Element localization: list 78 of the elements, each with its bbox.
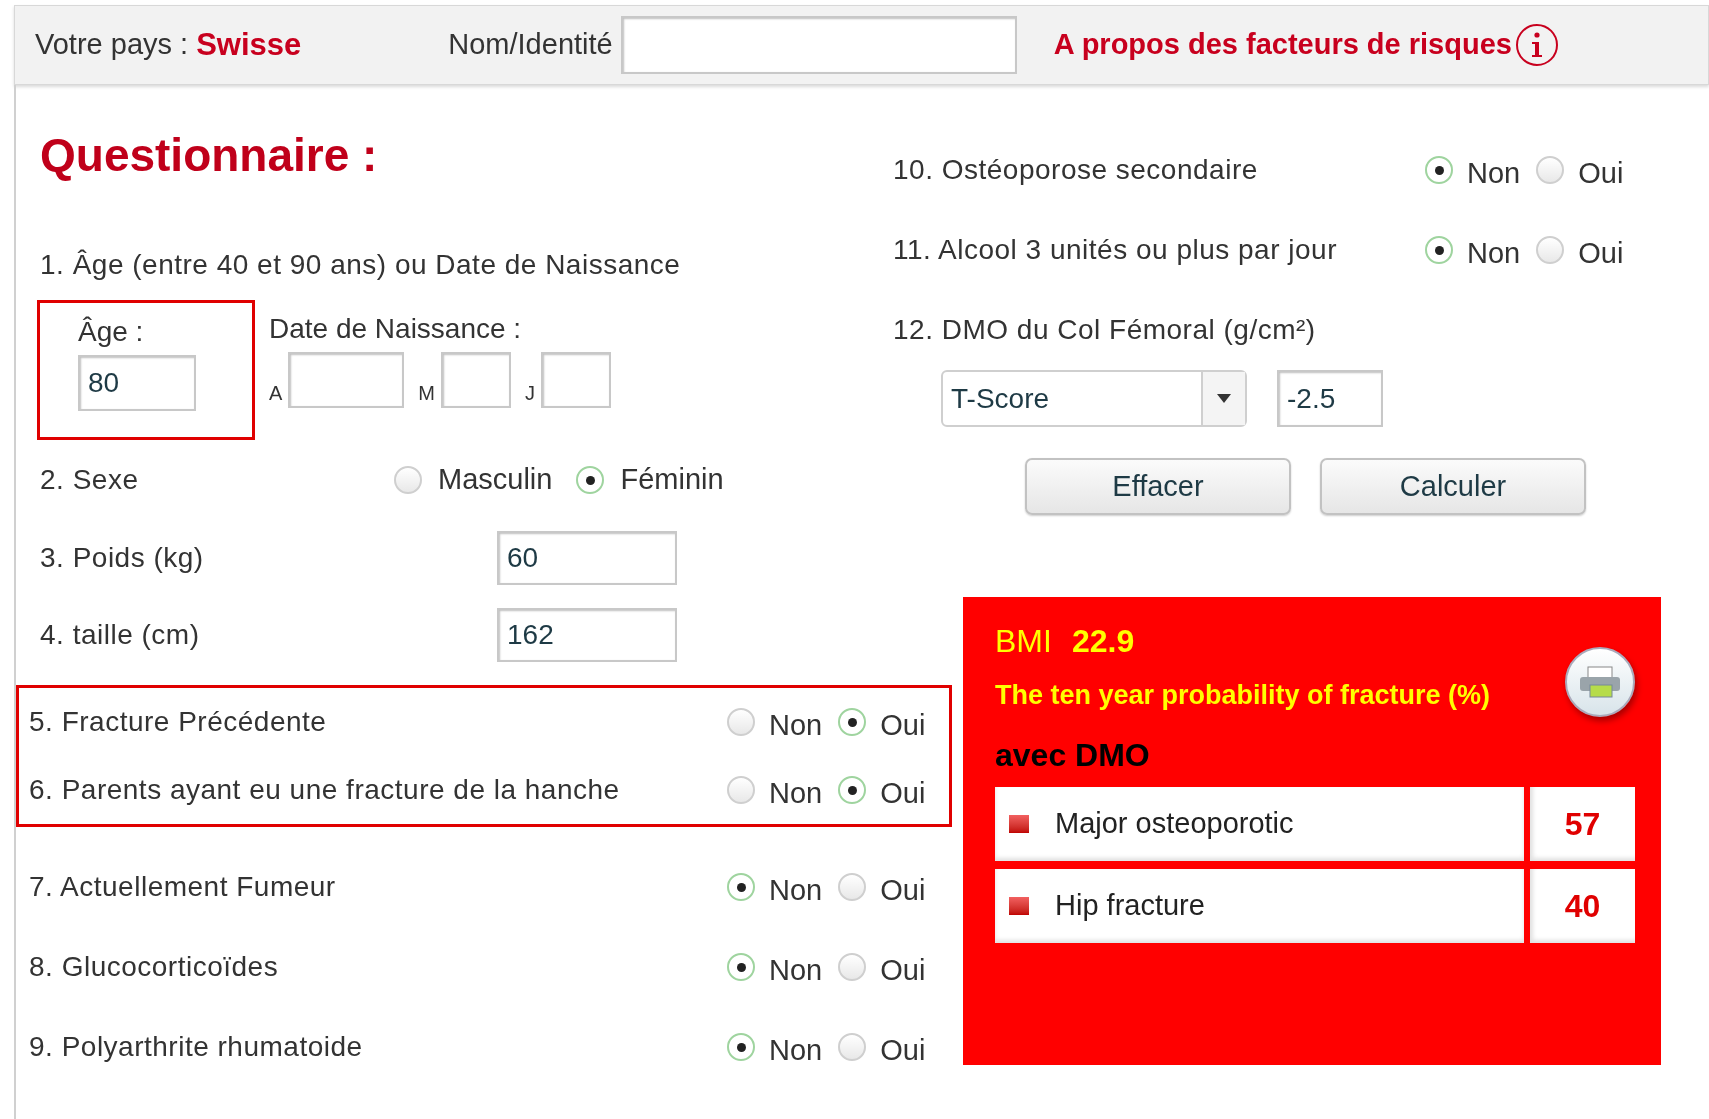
result-label: Major osteoporotic [1055,806,1294,842]
option-label: Masculin [438,462,553,498]
input-field[interactable] [620,16,1017,74]
bmi-label: BMI [995,622,1052,661]
question-label: 2. Sexe [40,463,140,497]
option-label: Féminin [620,462,724,498]
about-link[interactable]: A propos des facteurs de risques [1053,23,1512,67]
action-button[interactable]: Effacer [1025,458,1291,515]
question-label: 9. Polyarthrite rhumatoide [29,1030,364,1064]
option-label: Non [1467,156,1521,192]
question-label: 1. Âge (entre 40 et 90 ans) ou Date de Naissance [40,248,681,282]
field-label: Date de Naissance : [269,312,523,346]
option-label: Oui [1578,156,1624,192]
radio-button[interactable] [727,1033,755,1061]
printer-icon[interactable] [1565,647,1635,717]
input-field[interactable] [541,352,611,408]
input-field[interactable] [288,352,405,408]
field-label: M [418,381,435,406]
option-label: Non [1467,236,1521,272]
option-label: Non [769,708,823,744]
radio-button[interactable] [1536,156,1565,184]
question-label: 10. Ostéoporose secondaire [893,153,1259,187]
question-label: 5. Fracture Précédente [29,705,328,739]
question-label: 6. Parents ayant eu une fracture de la hanche [29,773,621,807]
country-label: Votre pays : [35,27,189,63]
radio-button[interactable] [838,776,867,804]
section-heading: avec DMO [995,736,1151,775]
bullet-icon [1009,897,1029,915]
result-value: 40 [1530,869,1635,943]
question-label: 4. taille (cm) [40,618,201,652]
radio-button[interactable] [576,466,605,494]
type-select[interactable]: T-Score [941,370,1247,427]
radio-button[interactable] [394,466,422,494]
input-field[interactable]: 60 [497,530,677,585]
option-label: Non [769,776,823,812]
result-label: Hip fracture [1055,888,1205,924]
radio-button[interactable] [838,953,867,981]
input-field[interactable]: 80 [78,355,196,411]
question-label: 7. Actuellement Fumeur [29,870,337,904]
form-title: Questionnaire : [40,127,378,183]
radio-button[interactable] [1536,236,1565,264]
radio-button[interactable] [727,873,755,901]
radio-button[interactable] [838,1033,867,1061]
option-label: Oui [880,708,926,744]
field-label: Âge : [78,315,145,349]
radio-button[interactable] [838,708,867,736]
input-field[interactable] [441,352,511,408]
bullet-icon [1009,815,1029,833]
option-label: Oui [880,1033,926,1069]
action-button[interactable]: Calculer [1320,458,1586,515]
question-label: 11. Alcool 3 unités ou plus par jour [893,233,1338,267]
radio-button[interactable] [727,953,755,981]
name-label: Nom/Identité [448,27,613,63]
option-label: Non [769,1033,823,1069]
input-field[interactable]: 162 [497,608,677,662]
radio-button[interactable] [1425,236,1453,264]
radio-button[interactable] [727,776,755,804]
radio-button[interactable] [727,708,755,736]
question-label: 3. Poids (kg) [40,540,205,575]
caret-icon [1217,394,1231,403]
option-label: Oui [880,873,926,909]
country-name: Swisse [196,25,302,64]
option-label: Oui [880,953,926,989]
option-label: Oui [880,776,926,812]
question-label: 8. Glucocorticoïdes [29,950,280,984]
probability-heading: The ten year probability of fracture (%) [995,679,1492,712]
input-field[interactable]: -2.5 [1277,370,1383,427]
bmi-value: 22.9 [1071,622,1135,661]
question-label: 12. DMO du Col Fémoral (g/cm²) [893,313,1317,347]
option-label: Non [769,873,823,909]
option-label: Oui [1578,236,1624,272]
result-value: 57 [1530,787,1635,861]
option-label: Non [769,953,823,989]
field-label: A [269,381,283,406]
field-label: J [525,381,535,406]
radio-button[interactable] [1425,156,1453,184]
info-icon[interactable] [1515,24,1558,66]
radio-button[interactable] [838,873,867,901]
